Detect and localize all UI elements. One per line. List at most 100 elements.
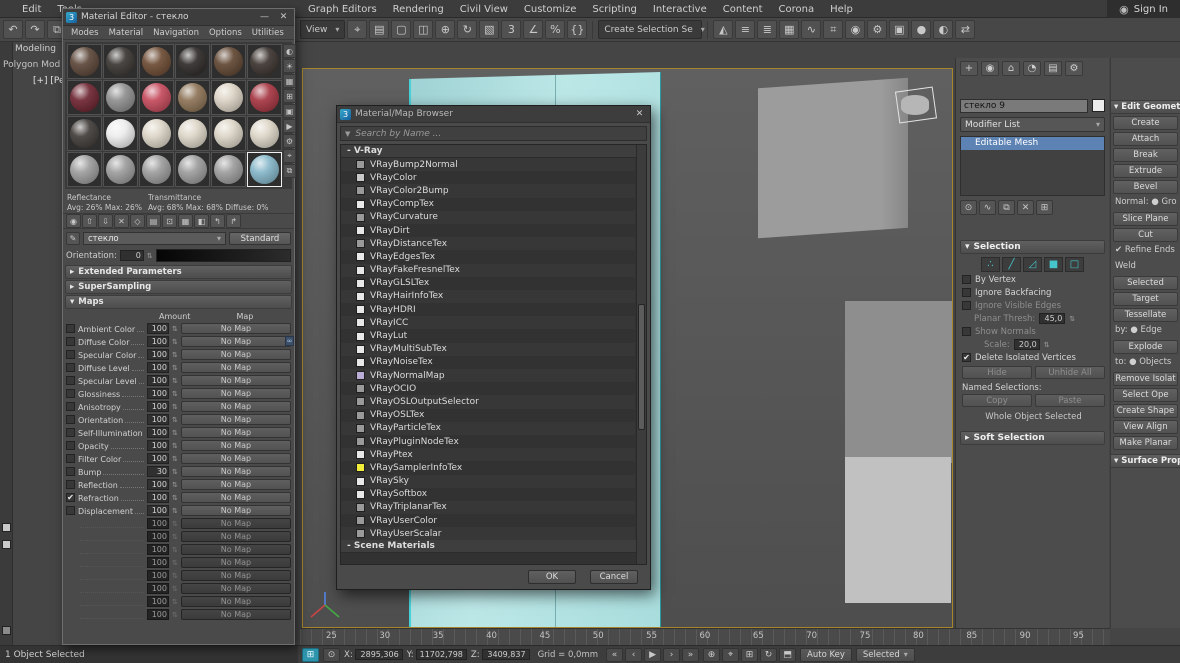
spinner-icon[interactable]: ⇅ xyxy=(172,521,178,527)
map-amount-field[interactable]: 30 xyxy=(147,466,169,477)
map-assign-button[interactable]: No Map xyxy=(181,609,291,620)
schematic-view-icon[interactable]: ⌗ xyxy=(823,20,843,39)
modifier-list-dropdown[interactable]: Modifier List ▾ xyxy=(960,117,1105,132)
edit-geometry-button[interactable]: Weld xyxy=(1113,260,1178,274)
map-amount-field[interactable]: 100 xyxy=(147,505,169,516)
selection-rollout-header[interactable]: ▾ Selection xyxy=(960,240,1105,254)
sample-type-icon[interactable]: ◐ xyxy=(283,44,296,58)
map-list-item[interactable]: VRayBump2Normal xyxy=(341,158,635,171)
x-coordinate-field[interactable]: 2895,306 xyxy=(355,649,403,660)
cancel-button[interactable]: Cancel xyxy=(590,570,638,584)
map-assign-button[interactable]: No Map xyxy=(181,323,291,334)
z-coordinate-field[interactable]: 3409,837 xyxy=(482,649,530,660)
edit-geometry-button[interactable]: Attach xyxy=(1113,132,1178,146)
spinner-icon[interactable]: ⇅ xyxy=(172,326,178,332)
material-sample-slot[interactable] xyxy=(67,152,102,187)
map-amount-field[interactable]: 100 xyxy=(147,362,169,373)
spinner-icon[interactable]: ⇅ xyxy=(172,560,178,566)
map-assign-button[interactable]: No Map xyxy=(181,401,291,412)
material-navigator-icon[interactable]: ⧉ xyxy=(283,164,296,178)
map-amount-field[interactable]: 100 xyxy=(147,531,169,542)
play-icon[interactable]: ▶ xyxy=(644,648,661,662)
box-object[interactable] xyxy=(758,78,908,238)
material-sample-slot[interactable] xyxy=(67,44,102,79)
close-icon[interactable]: ✕ xyxy=(276,11,291,24)
motion-tab-icon[interactable]: ◔ xyxy=(1023,61,1041,76)
map-list-item[interactable]: VRayColor xyxy=(341,171,635,184)
spinner-icon[interactable]: ⇅ xyxy=(172,352,178,358)
pin-stack-icon[interactable]: ⊙ xyxy=(960,200,977,215)
map-amount-field[interactable]: 100 xyxy=(147,570,169,581)
edit-geometry-button[interactable]: Remove Isolat xyxy=(1113,372,1178,386)
browser-titlebar[interactable]: 3 Material/Map Browser ✕ xyxy=(337,106,650,123)
menu-item[interactable]: Content xyxy=(715,4,771,15)
material-type-button[interactable]: Standard xyxy=(229,232,291,245)
material-sample-slot[interactable] xyxy=(175,44,210,79)
material-sample-slot[interactable] xyxy=(103,80,138,115)
edit-geometry-button[interactable]: to: ● Objects xyxy=(1113,356,1178,370)
redo-icon[interactable]: ↷ xyxy=(25,20,45,39)
edge-subobject-icon[interactable]: ╱ xyxy=(1002,257,1021,272)
curve-editor-icon[interactable]: ∿ xyxy=(801,20,821,39)
configure-modifier-sets-icon[interactable]: ⊞ xyxy=(1036,200,1053,215)
object-color-swatch[interactable] xyxy=(1092,99,1105,112)
object-name-field[interactable]: стекло 9 xyxy=(960,99,1088,113)
menu-item[interactable]: Edit xyxy=(14,4,49,15)
map-amount-field[interactable]: 100 xyxy=(147,596,169,607)
key-filters-selected-dropdown[interactable]: Selected ▾ xyxy=(856,648,915,662)
orbit-icon[interactable]: ↻ xyxy=(760,648,777,662)
map-list-item[interactable]: VRayTriplanarTex xyxy=(341,501,635,514)
material-sample-slot[interactable] xyxy=(103,152,138,187)
map-enable-checkbox[interactable] xyxy=(66,506,75,515)
align-icon[interactable]: ≡ xyxy=(735,20,755,39)
edit-geometry-button[interactable]: Create xyxy=(1113,116,1178,130)
map-amount-field[interactable]: 100 xyxy=(147,427,169,438)
percent-snap-icon[interactable]: % xyxy=(545,20,565,39)
map-amount-field[interactable]: 100 xyxy=(147,479,169,490)
box-object[interactable] xyxy=(845,301,953,463)
edit-geometry-button[interactable]: ✔ Refine Ends xyxy=(1113,244,1178,258)
maps-rollout[interactable]: ▾ Maps xyxy=(65,295,292,309)
material-sample-slot[interactable] xyxy=(247,44,282,79)
vertex-subobject-icon[interactable]: ∴ xyxy=(981,257,1000,272)
map-assign-button[interactable]: No Map xyxy=(181,362,291,373)
named-selection-set-dropdown[interactable]: Create Selection Se ▾ xyxy=(598,20,702,39)
rendered-frame-icon[interactable]: ▣ xyxy=(889,20,909,39)
map-amount-field[interactable]: 100 xyxy=(147,544,169,555)
window-crossing-icon[interactable]: ◫ xyxy=(413,20,433,39)
map-amount-field[interactable]: 100 xyxy=(147,518,169,529)
material-sample-slot[interactable] xyxy=(247,80,282,115)
go-to-end-icon[interactable]: » xyxy=(682,648,699,662)
map-list-item[interactable]: VRayPluginNodeTex xyxy=(341,435,635,448)
map-list-item[interactable]: VRayColor2Bump xyxy=(341,184,635,197)
map-enable-checkbox[interactable] xyxy=(66,441,75,450)
map-amount-field[interactable]: 100 xyxy=(147,609,169,620)
map-list-item[interactable]: VRayOSLOutputSelector xyxy=(341,395,635,408)
map-assign-button[interactable]: No Map xyxy=(181,492,291,503)
show-map-in-viewport-icon[interactable]: ▦ xyxy=(178,214,193,228)
spinner-icon[interactable]: ⇅ xyxy=(172,573,178,579)
select-by-name-icon[interactable]: ▤ xyxy=(369,20,389,39)
spinner-icon[interactable]: ⇅ xyxy=(172,378,178,384)
spinner-icon[interactable]: ⇅ xyxy=(172,547,178,553)
map-list-item[interactable]: VRayLut xyxy=(341,329,635,342)
map-list-item[interactable]: VRayHairInfoTex xyxy=(341,290,635,303)
map-enable-checkbox[interactable]: ✔ xyxy=(66,493,75,502)
map-list-item[interactable]: VRayCurvature xyxy=(341,211,635,224)
map-amount-field[interactable]: 100 xyxy=(147,336,169,347)
menu-item[interactable]: Graph Editors xyxy=(300,4,385,15)
hide-button[interactable]: Hide xyxy=(962,366,1032,379)
map-enable-checkbox[interactable] xyxy=(66,402,75,411)
edit-geometry-button[interactable]: Tessellate xyxy=(1113,308,1178,322)
orientation-field[interactable]: 0 xyxy=(120,250,144,261)
spinner-icon[interactable]: ⇅ xyxy=(172,612,178,618)
spinner-icon[interactable]: ⇅ xyxy=(172,417,178,423)
map-assign-button[interactable]: No Map xyxy=(181,518,291,529)
menu-item[interactable]: Navigation xyxy=(149,28,203,38)
reference-coordinate-dropdown[interactable]: View ▾ xyxy=(300,20,345,39)
material-sample-slot[interactable] xyxy=(103,116,138,151)
reset-map-icon[interactable]: ✕ xyxy=(114,214,129,228)
soft-selection-rollout-header[interactable]: ▸ Soft Selection xyxy=(960,431,1105,445)
edit-geometry-button[interactable]: Select Ope xyxy=(1113,388,1178,402)
zoom-extents-icon[interactable]: ⊞ xyxy=(741,648,758,662)
